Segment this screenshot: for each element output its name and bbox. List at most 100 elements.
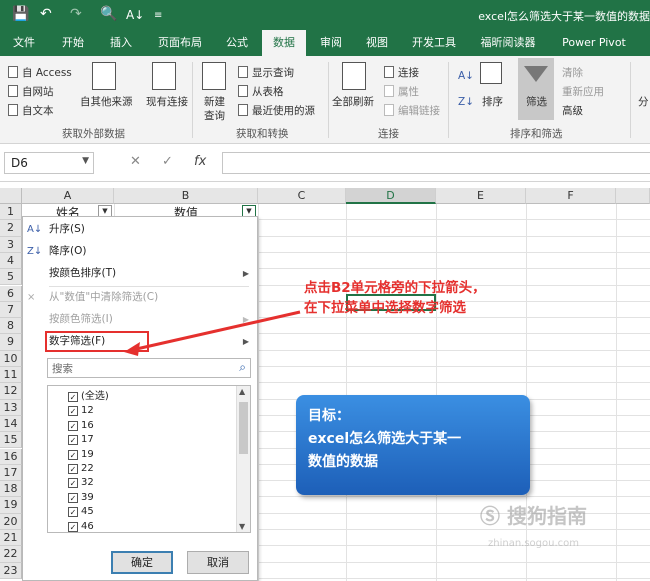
checkbox-checked-icon[interactable]: ✓ bbox=[68, 420, 78, 431]
customize-icon[interactable]: ≡ bbox=[154, 10, 162, 21]
ok-button[interactable]: 确定 bbox=[111, 551, 173, 574]
row-header[interactable]: 16 bbox=[0, 448, 22, 465]
row-header[interactable]: 8 bbox=[0, 318, 22, 335]
row-header[interactable]: 15 bbox=[0, 432, 22, 449]
sort-button[interactable]: 排序 bbox=[482, 94, 503, 109]
filter-value-item[interactable]: ✓ 45 bbox=[68, 505, 94, 519]
column-header-more[interactable] bbox=[616, 188, 650, 204]
reapply-button[interactable]: 重新应用 bbox=[562, 84, 604, 99]
checkbox-checked-icon[interactable]: ✓ bbox=[68, 478, 78, 489]
checkbox-checked-icon[interactable]: ✓ bbox=[68, 406, 78, 417]
filter-value-item[interactable]: ✓ 12 bbox=[68, 404, 94, 418]
redo-icon[interactable]: ↷ bbox=[70, 6, 82, 22]
row-header[interactable]: 7 bbox=[0, 301, 22, 319]
tab-file[interactable]: 文件 bbox=[6, 30, 42, 56]
cancel-edit-button[interactable]: ✕ bbox=[130, 154, 141, 169]
tab-formulas[interactable]: 公式 bbox=[220, 30, 254, 56]
tab-view[interactable]: 视图 bbox=[360, 30, 394, 56]
filter-value-item[interactable]: ✓ 19 bbox=[68, 448, 94, 462]
advanced-button[interactable]: 高级 bbox=[562, 103, 583, 118]
clear-button[interactable]: 清除 bbox=[562, 65, 583, 80]
column-header-c[interactable]: C bbox=[258, 188, 346, 204]
print-preview-icon[interactable]: 🔍 bbox=[100, 6, 117, 22]
filter-value-item[interactable]: ✓ 46 bbox=[68, 520, 94, 532]
from-web-button[interactable]: 自网站 bbox=[22, 84, 54, 99]
tab-power-pivot[interactable]: Power Pivot bbox=[556, 30, 632, 56]
row-header[interactable]: 6 bbox=[0, 285, 22, 302]
filter-value-item[interactable]: ✓ 32 bbox=[68, 476, 94, 490]
row-header[interactable]: 3 bbox=[0, 236, 22, 253]
column-header-a[interactable]: A bbox=[22, 188, 114, 204]
checkbox-checked-icon[interactable]: ✓ bbox=[68, 392, 78, 402]
confirm-edit-button[interactable]: ✓ bbox=[162, 154, 173, 169]
column-header-f[interactable]: F bbox=[526, 188, 616, 204]
row-header[interactable]: 23 bbox=[0, 562, 22, 579]
checkbox-checked-icon[interactable]: ✓ bbox=[68, 507, 78, 518]
scroll-up-icon[interactable]: ▲ bbox=[239, 387, 245, 396]
chevron-down-icon[interactable]: ▼ bbox=[82, 156, 89, 166]
checkbox-checked-icon[interactable]: ✓ bbox=[68, 435, 78, 446]
row-header[interactable]: 2 bbox=[0, 220, 22, 237]
edit-links-button[interactable]: 编辑链接 bbox=[398, 103, 440, 118]
connections-button[interactable]: 连接 bbox=[398, 65, 419, 80]
from-table-button[interactable]: 从表格 bbox=[252, 84, 284, 99]
row-header[interactable]: 18 bbox=[0, 481, 22, 498]
filter-value-item[interactable]: ✓ (全选) bbox=[68, 390, 109, 404]
formula-input[interactable] bbox=[222, 152, 650, 174]
row-header[interactable]: 19 bbox=[0, 497, 22, 514]
checkbox-checked-icon[interactable]: ✓ bbox=[68, 464, 78, 474]
tab-insert[interactable]: 插入 bbox=[104, 30, 138, 56]
tab-review[interactable]: 审阅 bbox=[314, 30, 348, 56]
select-all-corner[interactable] bbox=[0, 188, 22, 204]
split-columns-button[interactable]: 分 bbox=[638, 94, 649, 109]
tab-data[interactable]: 数据 bbox=[262, 30, 306, 56]
row-header[interactable]: 1 bbox=[0, 204, 22, 221]
name-box[interactable]: D6 ▼ bbox=[4, 152, 94, 174]
row-header[interactable]: 13 bbox=[0, 399, 22, 416]
refresh-all-button[interactable]: 全部刷新 bbox=[332, 94, 374, 109]
menu-filter-by-color[interactable]: 按颜色筛选(I) ▶ bbox=[23, 309, 257, 330]
tab-home[interactable]: 开始 bbox=[56, 30, 90, 56]
row-header[interactable]: 9 bbox=[0, 334, 22, 351]
show-queries-button[interactable]: 显示查询 bbox=[252, 65, 294, 80]
column-header-b[interactable]: B bbox=[114, 188, 258, 204]
filter-value-item[interactable]: ✓ 22 bbox=[68, 462, 94, 476]
row-header[interactable]: 21 bbox=[0, 530, 22, 547]
undo-icon[interactable]: ↶ bbox=[40, 6, 52, 22]
row-header[interactable]: 4 bbox=[0, 252, 22, 270]
other-sources-button[interactable]: 自其他来源 bbox=[80, 94, 133, 109]
column-header-e[interactable]: E bbox=[436, 188, 526, 204]
properties-button[interactable]: 属性 bbox=[398, 84, 419, 99]
filter-list-scrollbar[interactable]: ▲ ▼ bbox=[236, 386, 250, 532]
filter-value-item[interactable]: ✓ 17 bbox=[68, 433, 94, 447]
filter-button[interactable]: 筛选 bbox=[526, 94, 547, 109]
row-header[interactable]: 5 bbox=[0, 269, 22, 286]
tab-developer[interactable]: 开发工具 bbox=[406, 30, 462, 56]
insert-function-button[interactable]: fx bbox=[194, 154, 206, 169]
filter-value-item[interactable]: ✓ 39 bbox=[68, 491, 94, 505]
column-header-d[interactable]: D bbox=[346, 188, 436, 204]
menu-sort-descending[interactable]: Z↓ 降序(O) bbox=[23, 241, 257, 262]
sort-ascending-icon[interactable]: A↓ bbox=[458, 70, 474, 82]
sort-descending-icon[interactable]: Z↓ bbox=[458, 96, 474, 108]
checkbox-checked-icon[interactable]: ✓ bbox=[68, 521, 78, 532]
row-header[interactable]: 17 bbox=[0, 464, 22, 482]
from-text-button[interactable]: 自文本 bbox=[22, 103, 54, 118]
save-icon[interactable]: 💾 bbox=[12, 6, 29, 22]
menu-sort-by-color[interactable]: 按颜色排序(T) ▶ bbox=[23, 263, 257, 284]
row-header[interactable]: 22 bbox=[0, 546, 22, 563]
scrollbar-thumb[interactable] bbox=[239, 402, 248, 454]
recent-sources-button[interactable]: 最近使用的源 bbox=[252, 103, 315, 118]
existing-connections-button[interactable]: 现有连接 bbox=[146, 94, 188, 109]
filter-search-input[interactable]: 搜索 ⌕ bbox=[47, 358, 251, 378]
row-header[interactable]: 20 bbox=[0, 513, 22, 530]
sort-icon[interactable]: A↓ bbox=[126, 8, 144, 22]
row-header[interactable]: 12 bbox=[0, 383, 22, 400]
row-header[interactable]: 11 bbox=[0, 367, 22, 384]
menu-clear-filter[interactable]: ⨯ 从"数值"中清除筛选(C) bbox=[23, 287, 257, 308]
filter-value-item[interactable]: ✓ 16 bbox=[68, 419, 94, 433]
from-access-button[interactable]: 自 Access bbox=[22, 65, 72, 80]
checkbox-checked-icon[interactable]: ✓ bbox=[68, 492, 78, 503]
checkbox-checked-icon[interactable]: ✓ bbox=[68, 449, 78, 460]
tab-foxit-reader[interactable]: 福昕阅读器 bbox=[474, 30, 542, 56]
